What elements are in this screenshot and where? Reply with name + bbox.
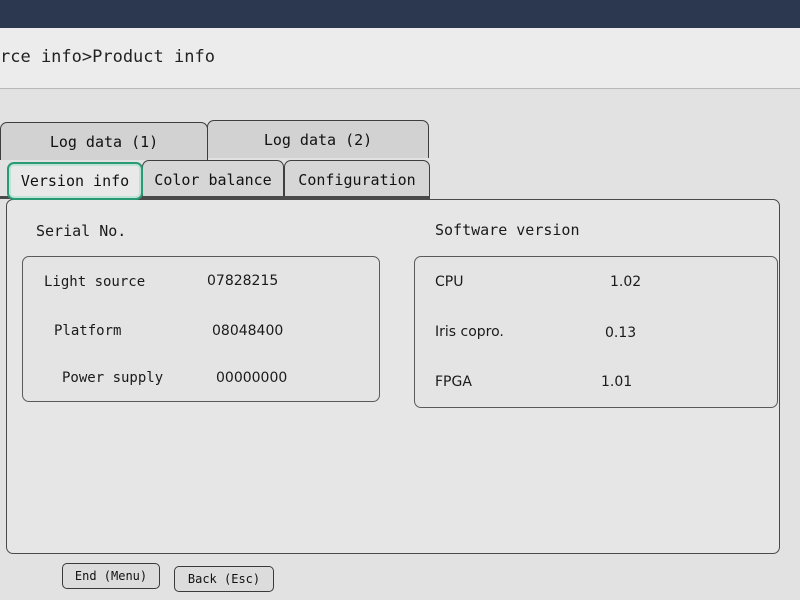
serial-label-light-source: Light source: [44, 274, 146, 290]
back-esc-label: Back (Esc): [187, 572, 261, 586]
tab-log-data-1[interactable]: Log data (1): [0, 122, 208, 160]
tab-label: Log data (1): [49, 132, 159, 151]
serial-value-power-supply: 00000000: [216, 370, 288, 386]
tab-label: Configuration: [298, 170, 416, 189]
software-value-cpu: 1.02: [610, 274, 642, 290]
software-value-iris-copro: 0.13: [605, 325, 637, 341]
software-label-fpga: FPGA: [435, 374, 472, 390]
serial-box: Light source 07828215 Platform 08048400 …: [22, 256, 380, 402]
serial-value-platform: 08048400: [212, 323, 284, 339]
software-label-cpu: CPU: [435, 274, 464, 290]
tab-label: Version info: [20, 172, 130, 190]
software-value-fpga: 1.01: [601, 374, 633, 390]
breadcrumb: rce info>Product info: [0, 47, 215, 67]
end-menu-button[interactable]: End (Menu): [62, 563, 160, 589]
back-esc-button[interactable]: Back (Esc): [174, 566, 274, 592]
serial-label-power-supply: Power supply: [62, 370, 164, 386]
tab-log-data-2[interactable]: Log data (2): [207, 120, 429, 158]
serial-value-light-source: 07828215: [207, 273, 279, 289]
software-section-title: Software version: [435, 221, 580, 239]
serial-section-title: Serial No.: [36, 222, 127, 240]
tab-configuration[interactable]: Configuration: [284, 160, 430, 198]
title-bar: rce info>Product info: [0, 28, 800, 89]
serial-label-platform: Platform: [54, 323, 122, 339]
end-menu-label: End (Menu): [74, 569, 148, 583]
tab-color-balance[interactable]: Color balance: [142, 160, 284, 198]
tab-label: Color balance: [154, 170, 272, 189]
software-box: CPU 1.02 Iris copro. 0.13 FPGA 1.01: [414, 256, 778, 408]
tab-version-info[interactable]: Version info: [7, 162, 143, 200]
tab-label: Log data (2): [263, 130, 373, 149]
screen: rce info>Product info Log data (1) Log d…: [0, 28, 800, 600]
software-label-iris-copro: Iris copro.: [435, 324, 504, 340]
